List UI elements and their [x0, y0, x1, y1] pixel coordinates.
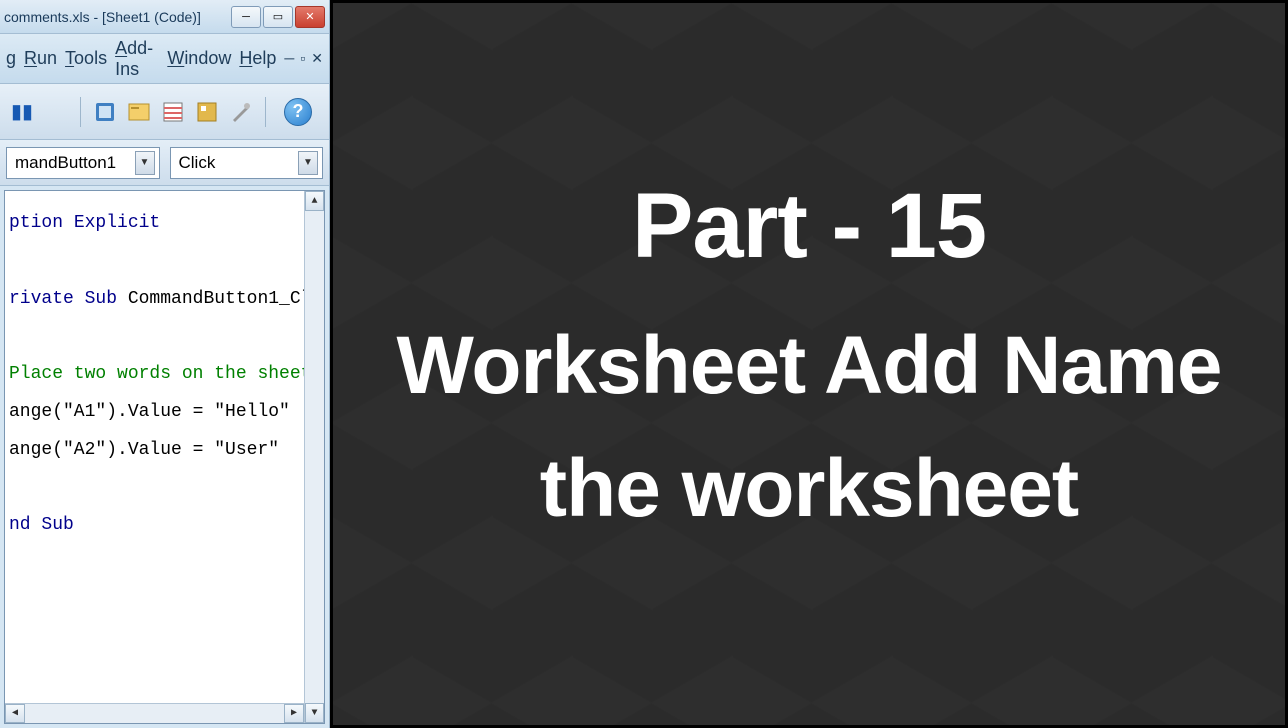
design-mode-icon[interactable] [91, 98, 119, 126]
menu-addins[interactable]: Add-Ins [115, 38, 159, 80]
code-keyword: nd Sub [9, 515, 74, 535]
scroll-left-icon[interactable]: ◀ [5, 704, 25, 723]
vba-editor-window: comments.xls - [Sheet1 (Code)] ─ ▭ ✕ g R… [0, 0, 330, 728]
menu-run[interactable]: Run [24, 48, 57, 69]
help-icon[interactable]: ? [284, 98, 312, 126]
object-dropdown-value: mandButton1 [15, 153, 116, 173]
scroll-up-icon[interactable]: ▲ [305, 191, 324, 211]
titlebar: comments.xls - [Sheet1 (Code)] ─ ▭ ✕ [0, 0, 329, 34]
toolbar: ▮▮ ? [0, 84, 329, 140]
menu-window[interactable]: Window [167, 48, 231, 69]
code-text: CommandButton1_Click() [117, 289, 325, 309]
reset-icon[interactable] [42, 98, 70, 126]
overlay-title: Part - 15 [632, 178, 986, 275]
toolbar-divider [80, 97, 81, 127]
window-title: comments.xls - [Sheet1 (Code)] [4, 9, 201, 25]
break-icon[interactable]: ▮▮ [8, 98, 36, 126]
code-keyword: rivate Sub [9, 289, 117, 309]
mdi-restore-icon[interactable]: ▫ [300, 50, 305, 67]
project-explorer-icon[interactable] [125, 98, 153, 126]
code-text: ange("A1").Value = "Hello" [9, 402, 290, 422]
overlay-subtitle-1: Worksheet Add Name [397, 304, 1222, 427]
procedure-dropdown-value: Click [179, 153, 216, 173]
menu-help[interactable]: Help [239, 48, 276, 69]
menu-g[interactable]: g [6, 48, 16, 69]
title-overlay: Part - 15 Worksheet Add Name the workshe… [330, 0, 1288, 728]
close-button[interactable]: ✕ [295, 6, 325, 28]
properties-icon[interactable] [159, 98, 187, 126]
code-text: ange("A2").Value = "User" [9, 440, 279, 460]
code-editor[interactable]: ption Explicit rivate Sub CommandButton1… [4, 190, 325, 724]
chevron-down-icon[interactable]: ▼ [135, 151, 155, 175]
vertical-scrollbar[interactable]: ▲ ▼ [304, 191, 324, 723]
mdi-close-icon[interactable]: ✕ [311, 50, 323, 67]
code-text: Explicit [74, 213, 160, 233]
toolbox-icon[interactable] [227, 98, 255, 126]
scroll-right-icon[interactable]: ▶ [284, 704, 304, 723]
object-dropdown[interactable]: mandButton1 ▼ [6, 147, 160, 179]
scroll-down-icon[interactable]: ▼ [305, 703, 324, 723]
horizontal-scrollbar[interactable]: ◀ ▶ [5, 703, 304, 723]
menu-tools[interactable]: Tools [65, 48, 107, 69]
menu-bar: g Run Tools Add-Ins Window Help ─ ▫ ✕ [0, 34, 329, 84]
object-browser-icon[interactable] [193, 98, 221, 126]
code-comment: Place two words on the sheet [9, 364, 311, 384]
code-keyword: ption [9, 213, 74, 233]
overlay-subtitle-2: the worksheet [540, 427, 1078, 550]
chevron-down-icon[interactable]: ▼ [298, 151, 318, 175]
toolbar-divider [265, 97, 266, 127]
minimize-button[interactable]: ─ [231, 6, 261, 28]
maximize-button[interactable]: ▭ [263, 6, 293, 28]
procedure-dropdown[interactable]: Click ▼ [170, 147, 324, 179]
window-controls: ─ ▭ ✕ [231, 6, 325, 28]
mdi-minimize-icon[interactable]: ─ [284, 50, 294, 67]
dropdown-row: mandButton1 ▼ Click ▼ [0, 140, 329, 186]
